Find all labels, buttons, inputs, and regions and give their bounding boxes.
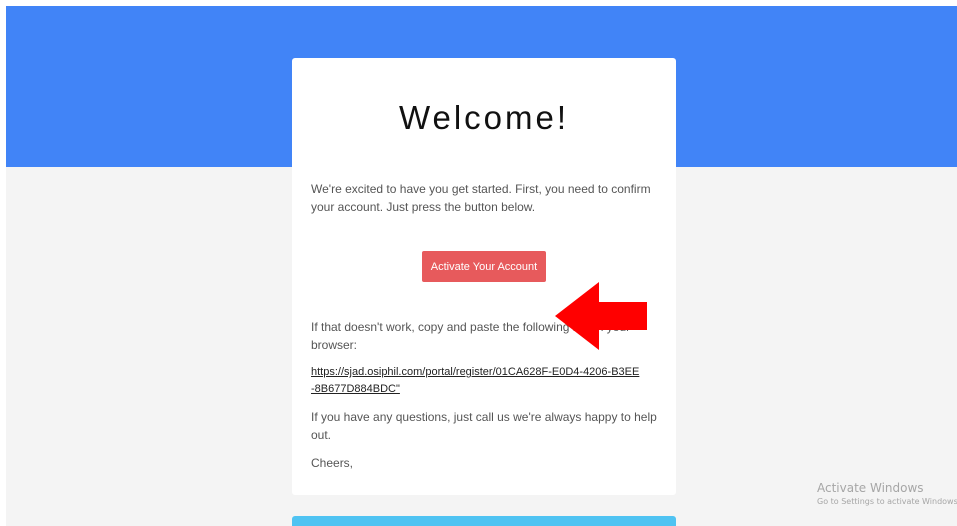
red-arrow-left-icon (555, 282, 647, 350)
watermark-subtitle: Go to Settings to activate Windows. (817, 497, 957, 506)
page: Welcome! We're excited to have you get s… (0, 0, 957, 526)
activate-account-button[interactable]: Activate Your Account (422, 251, 546, 282)
welcome-heading: Welcome! (398, 99, 570, 136)
questions-text: If you have any questions, just call us … (311, 410, 657, 442)
watermark-title: Activate Windows (817, 481, 924, 495)
email-card: Welcome! We're excited to have you get s… (292, 58, 676, 495)
activation-link[interactable]: https://sjad.osiphil.com/portal/register… (311, 364, 641, 398)
intro-text: We're excited to have you get started. F… (311, 182, 651, 214)
activate-windows-watermark: Activate Windows Go to Settings to activ… (817, 480, 957, 508)
footer-card (292, 516, 676, 526)
signoff-text: Cheers, (311, 456, 354, 470)
